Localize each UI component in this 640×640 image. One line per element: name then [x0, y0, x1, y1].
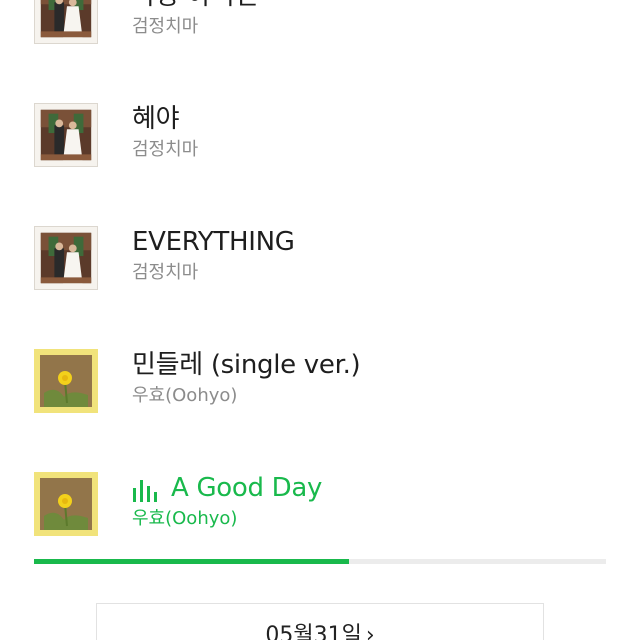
wedding-photo-art	[35, 0, 97, 43]
track-row[interactable]: 민들레 (single ver.) 우효(Oohyo)	[0, 349, 640, 419]
track-row[interactable]: EVERYTHING 검정치마	[0, 226, 640, 296]
track-artist: 검정치마	[132, 262, 199, 283]
track-title: 민들레 (single ver.)	[132, 350, 361, 380]
track-title: EVERYTHING	[132, 227, 295, 257]
track-row-now-playing[interactable]: A Good Day 우효(Oohyo)	[0, 472, 640, 542]
dandelion-photo-art	[34, 472, 98, 536]
track-title: 혜야	[132, 104, 180, 134]
album-art	[34, 103, 98, 167]
track-title: A Good Day	[171, 473, 323, 503]
track-artist: 우효(Oohyo)	[132, 508, 238, 529]
track-artist: 검정치마	[132, 16, 199, 37]
album-art	[34, 472, 98, 536]
album-art	[34, 226, 98, 290]
album-art	[34, 349, 98, 413]
wedding-photo-art	[35, 104, 97, 166]
date-selector-button[interactable]: 05월31일 ›	[96, 603, 544, 640]
playback-progress-bar[interactable]	[34, 559, 606, 564]
track-artist: 우효(Oohyo)	[132, 385, 238, 406]
track-row[interactable]: 나랑 아니면 검정치마	[0, 0, 640, 50]
track-artist: 검정치마	[132, 139, 199, 160]
equalizer-icon	[133, 480, 157, 502]
playlist-screen: 나랑 아니면 검정치마 혜야 검정치마	[0, 0, 640, 640]
wedding-photo-art	[35, 227, 97, 289]
track-row[interactable]: 혜야 검정치마	[0, 103, 640, 173]
dandelion-photo-art	[34, 349, 98, 413]
track-title: 나랑 아니면	[132, 0, 258, 12]
progress-fill	[34, 559, 349, 564]
date-label: 05월31일	[265, 623, 362, 640]
album-art	[34, 0, 98, 44]
chevron-right-icon: ›	[365, 623, 375, 640]
